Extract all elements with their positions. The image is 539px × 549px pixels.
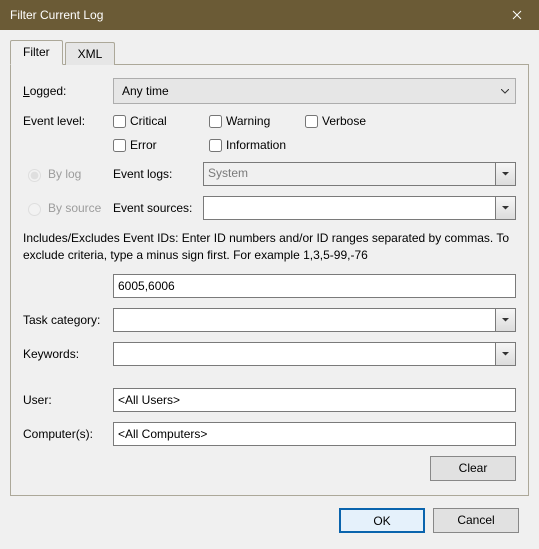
chevron-down-icon xyxy=(502,352,509,356)
checkbox-error[interactable]: Error xyxy=(113,138,183,152)
tab-xml[interactable]: XML xyxy=(65,42,116,65)
event-sources-value[interactable] xyxy=(203,196,496,220)
task-category-value[interactable] xyxy=(113,308,496,332)
event-sources-combo[interactable] xyxy=(203,196,516,220)
checkbox-information[interactable]: Information xyxy=(209,138,286,152)
keywords-dropdown-button[interactable] xyxy=(496,342,516,366)
radio-by-source: By source xyxy=(23,200,113,216)
help-text: Includes/Excludes Event IDs: Enter ID nu… xyxy=(23,230,516,264)
event-ids-input[interactable] xyxy=(113,274,516,298)
logged-label: Logged: xyxy=(23,84,113,98)
close-button[interactable] xyxy=(494,0,539,30)
cancel-button[interactable]: Cancel xyxy=(433,508,519,533)
tab-strip: Filter XML xyxy=(10,40,529,65)
keywords-label: Keywords: xyxy=(23,347,113,361)
ok-button[interactable]: OK xyxy=(339,508,425,533)
radio-by-log: By log xyxy=(23,166,113,182)
user-label: User: xyxy=(23,393,113,407)
checkbox-critical[interactable]: Critical xyxy=(113,114,183,128)
task-category-combo[interactable] xyxy=(113,308,516,332)
chevron-down-icon xyxy=(501,89,509,94)
event-logs-value: System xyxy=(203,162,496,186)
event-level-label: Event level: xyxy=(23,114,113,128)
event-sources-dropdown-button[interactable] xyxy=(496,196,516,220)
user-input[interactable] xyxy=(113,388,516,412)
logged-value: Any time xyxy=(122,84,169,98)
chevron-down-icon xyxy=(502,172,509,176)
computers-input[interactable] xyxy=(113,422,516,446)
close-icon xyxy=(512,10,522,20)
task-category-dropdown-button[interactable] xyxy=(496,308,516,332)
chevron-down-icon xyxy=(502,318,509,322)
tab-filter[interactable]: Filter xyxy=(10,40,63,65)
logged-select[interactable]: Any time xyxy=(113,78,516,104)
event-logs-label: Event logs: xyxy=(113,167,203,181)
title-bar: Filter Current Log xyxy=(0,0,539,30)
filter-panel: Logged: Any time Event level: Critical W… xyxy=(10,64,529,496)
event-sources-label: Event sources: xyxy=(113,201,203,215)
event-logs-dropdown-button[interactable] xyxy=(496,162,516,186)
keywords-value[interactable] xyxy=(113,342,496,366)
keywords-combo[interactable] xyxy=(113,342,516,366)
chevron-down-icon xyxy=(502,206,509,210)
clear-button[interactable]: Clear xyxy=(430,456,516,481)
checkbox-verbose[interactable]: Verbose xyxy=(305,114,375,128)
checkbox-warning[interactable]: Warning xyxy=(209,114,279,128)
window-title: Filter Current Log xyxy=(10,8,103,22)
event-logs-combo: System xyxy=(203,162,516,186)
computers-label: Computer(s): xyxy=(23,427,113,441)
task-category-label: Task category: xyxy=(23,313,113,327)
